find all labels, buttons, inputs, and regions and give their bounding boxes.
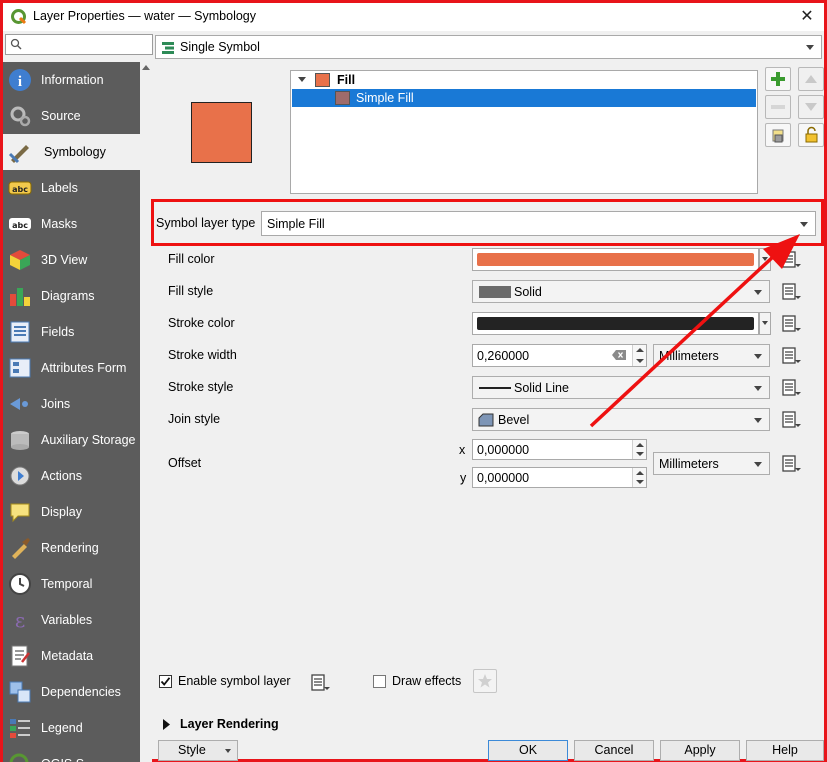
apply-button[interactable]: Apply (660, 740, 740, 761)
layer-rendering-section[interactable]: Layer Rendering (180, 717, 279, 731)
expand-right-arrow-icon[interactable] (162, 719, 171, 730)
help-button[interactable]: Help (746, 740, 824, 761)
draw-effects-checkbox[interactable] (373, 675, 386, 688)
customize-effects-button[interactable] (473, 669, 497, 693)
annotation-arrow-icon (589, 234, 800, 428)
checkmark-icon (160, 677, 171, 686)
draw-effects-label: Draw effects (392, 674, 462, 688)
star-icon (478, 674, 492, 688)
enable-symbol-layer-checkbox[interactable] (159, 675, 172, 688)
ok-button[interactable]: OK (488, 740, 568, 761)
cancel-button[interactable]: Cancel (574, 740, 654, 761)
layer-properties-window: Layer Properties — water — Symbology ✕ i… (0, 0, 827, 762)
data-defined-override-icon[interactable] (309, 673, 331, 693)
chevron-down-icon (225, 749, 231, 753)
style-menu-button[interactable]: Style (158, 740, 238, 761)
style-button-label: Style (178, 743, 206, 757)
enable-symbol-layer-label: Enable symbol layer (178, 674, 291, 688)
